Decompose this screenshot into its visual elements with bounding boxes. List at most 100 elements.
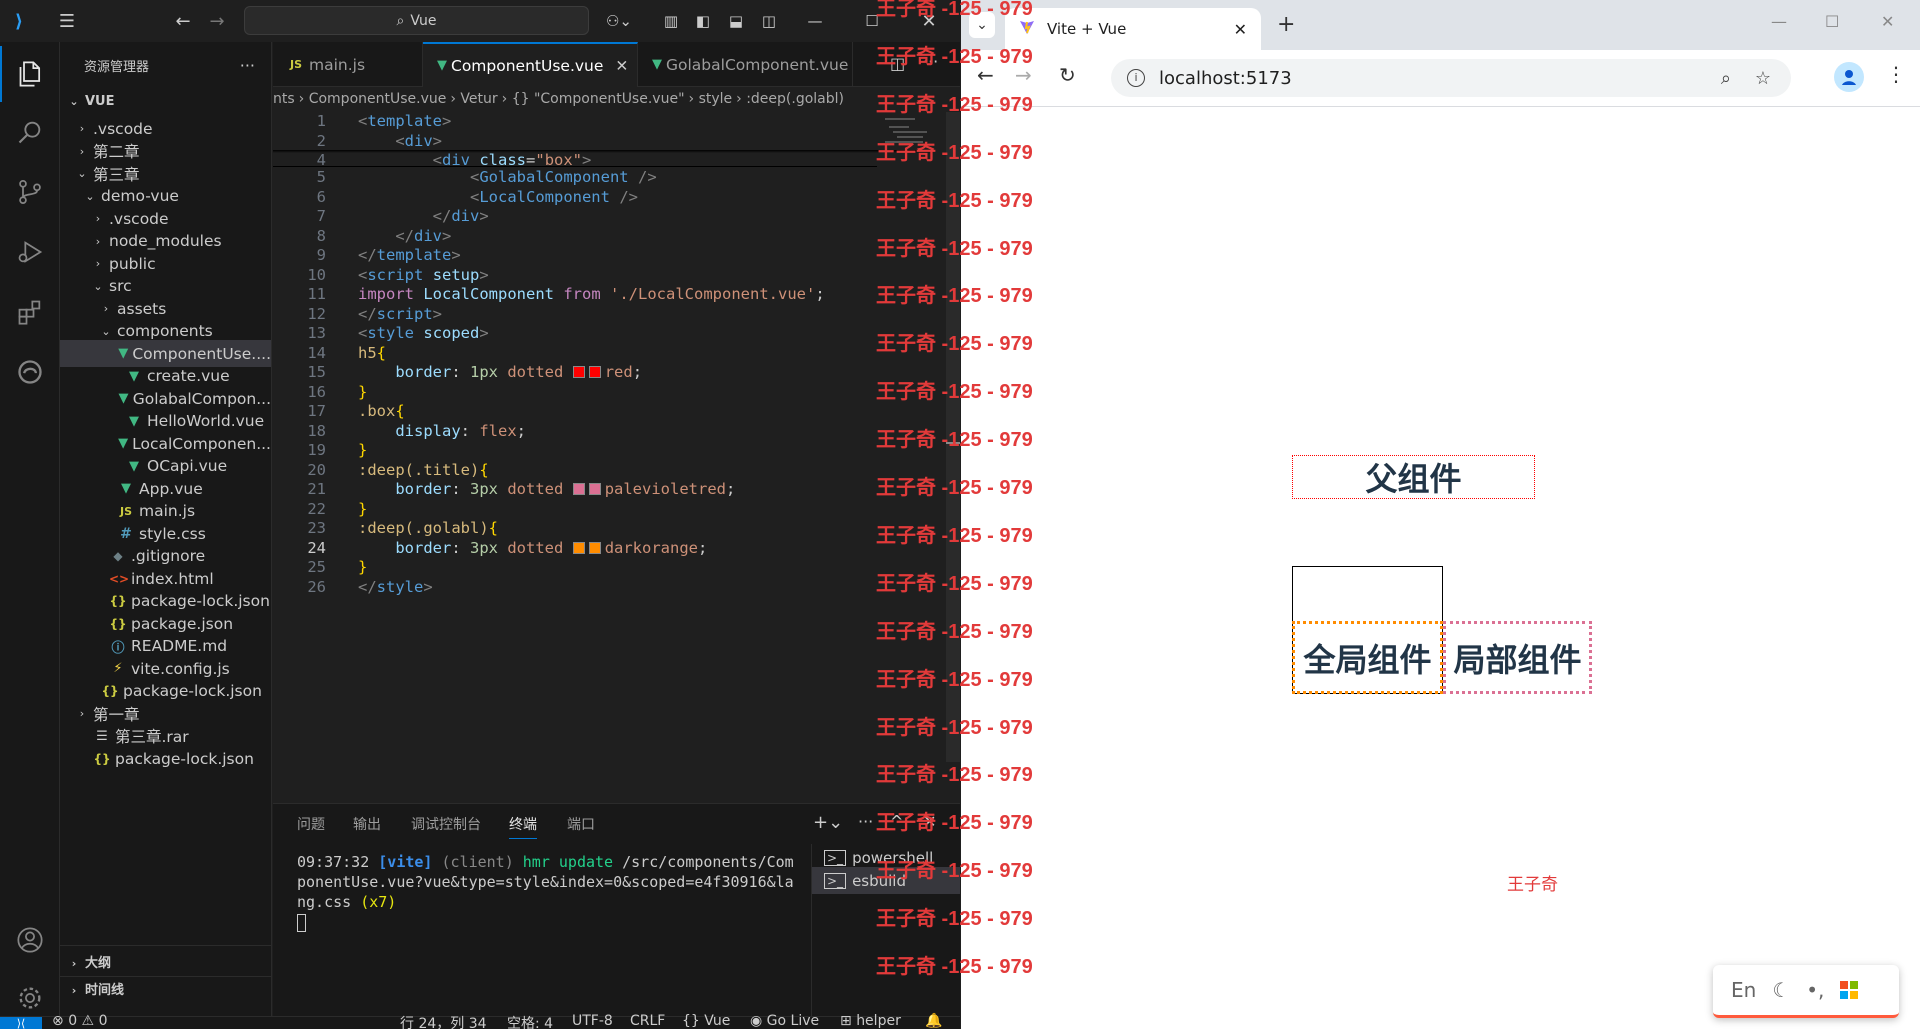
code-line[interactable]: </div>: [358, 207, 489, 225]
tree-file[interactable]: {} package-lock.json: [60, 745, 271, 772]
browser-tab[interactable]: Vite + Vue ✕: [1005, 8, 1261, 50]
code-line[interactable]: <GolabalComponent />: [358, 168, 657, 186]
root-folder[interactable]: ⌄ VUE: [60, 88, 271, 115]
breadcrumb-item[interactable]: › :deep(.golabl): [736, 91, 844, 107]
breadcrumb-item[interactable]: nts: [273, 91, 295, 107]
outline-header[interactable]: › 大纲: [66, 952, 111, 971]
punctuation-icon[interactable]: •,: [1806, 978, 1824, 1002]
line-number: 23: [307, 519, 326, 537]
code-editor[interactable]: 1 <template> 2 <div> 4 <div class="box"> 5 <…: [273, 112, 933, 762]
terminal-output[interactable]: 09:37:32 [vite] (client) hmr update /src…: [297, 852, 852, 932]
ime-toolbar[interactable]: En ☾ •,: [1713, 965, 1899, 1018]
chevron-right-icon: ›: [71, 957, 77, 970]
code-line[interactable]: <div>: [358, 132, 442, 150]
panel-tab[interactable]: 问题: [297, 814, 325, 834]
code-line[interactable]: :deep(.golabl){: [358, 519, 498, 537]
panel-tab[interactable]: 端口: [567, 814, 595, 834]
toggle-panel-icon[interactable]: ⬓: [725, 10, 747, 32]
code-line[interactable]: </style>: [358, 578, 433, 596]
vue-file-icon: ▼: [652, 57, 662, 72]
notifications-bell-icon[interactable]: 🔔: [925, 1013, 942, 1029]
close-icon[interactable]: ✕: [1881, 12, 1894, 31]
profile-avatar-icon[interactable]: [1834, 62, 1864, 92]
minimize-icon[interactable]: —: [1771, 12, 1787, 31]
code-line[interactable]: <template>: [358, 112, 451, 130]
toggle-sidebar-icon[interactable]: ◧: [692, 10, 714, 32]
breadcrumb: nts › ComponentUse.vue › Vetur › {} "Compon…: [273, 87, 960, 111]
site-info-icon[interactable]: i: [1127, 69, 1145, 87]
more-actions-icon[interactable]: ···: [240, 56, 255, 75]
remote-indicator-icon[interactable]: ⟩⟨: [0, 1017, 42, 1029]
maximize-icon[interactable]: ☐: [1825, 12, 1839, 31]
code-line[interactable]: <script setup>: [358, 266, 489, 284]
close-tab-icon[interactable]: ✕: [1234, 20, 1247, 39]
windows-grid-icon[interactable]: [1840, 981, 1859, 999]
menu-icon[interactable]: ☰: [56, 10, 78, 32]
helper-status[interactable]: ⊞ helper: [840, 1013, 901, 1029]
ime-lang[interactable]: En: [1731, 978, 1756, 1002]
panel-tab[interactable]: 输出: [353, 814, 381, 834]
layout-icon[interactable]: ▥: [660, 10, 682, 32]
back-arrow-icon[interactable]: ←: [172, 10, 194, 32]
close-tab-icon[interactable]: ✕: [615, 57, 628, 75]
indentation-status[interactable]: 空格: 4: [507, 1013, 553, 1029]
code-line[interactable]: }: [358, 383, 367, 401]
panel-tab[interactable]: 终端: [509, 814, 537, 839]
breadcrumb-item[interactable]: › {} "ComponentUse.vue": [502, 91, 685, 107]
browser-menu-icon[interactable]: ⋮: [1886, 62, 1906, 86]
line-number: 16: [307, 382, 326, 401]
code-line[interactable]: }: [358, 558, 367, 576]
run-debug-icon[interactable]: [0, 224, 60, 280]
code-line[interactable]: </template>: [358, 246, 461, 264]
command-center-text: Vue: [410, 12, 437, 29]
panel-tab[interactable]: 调试控制台: [411, 814, 481, 834]
tab-golabalcomponent-vue[interactable]: ▼ GolabalComponent.vue: [638, 42, 853, 87]
code-line[interactable]: .box{: [358, 402, 405, 420]
zoom-icon[interactable]: ⌕: [1721, 68, 1731, 89]
tab-componentuse-vue[interactable]: ▼ ComponentUse.vue ✕: [423, 42, 638, 87]
account-icon[interactable]: [0, 912, 60, 968]
source-control-icon[interactable]: [0, 164, 60, 220]
code-line[interactable]: </script>: [358, 305, 442, 323]
moon-icon[interactable]: ☾: [1772, 978, 1790, 1002]
more-actions-icon[interactable]: ···: [858, 812, 873, 831]
language-status[interactable]: {} Vue: [682, 1013, 730, 1029]
code-line[interactable]: :deep(.title){: [358, 461, 489, 479]
new-tab-icon[interactable]: +: [1277, 12, 1295, 37]
bookmark-star-icon[interactable]: ☆: [1755, 68, 1771, 89]
new-terminal-icon[interactable]: +⌄: [813, 812, 843, 833]
toggle-secondary-sidebar-icon[interactable]: ◫: [758, 10, 780, 32]
extensions-icon[interactable]: [0, 284, 60, 340]
cursor-position[interactable]: 行 24，列 34: [400, 1013, 487, 1029]
encoding-status[interactable]: UTF-8: [572, 1013, 613, 1029]
code-line[interactable]: <style scoped>: [358, 324, 489, 342]
code-line[interactable]: border: 1px dotted red;: [358, 363, 642, 381]
code-line[interactable]: display: flex;: [358, 422, 526, 440]
code-line[interactable]: border: 3px dotted palevioletred;: [358, 480, 735, 498]
reload-icon[interactable]: ↻: [1059, 63, 1076, 87]
copilot-icon[interactable]: ⚇⌄: [604, 10, 634, 32]
timeline-header[interactable]: › 时间线: [66, 979, 124, 998]
code-line[interactable]: border: 3px dotted darkorange;: [358, 539, 707, 557]
eol-status[interactable]: CRLF: [630, 1013, 665, 1029]
forward-arrow-icon[interactable]: →: [206, 10, 228, 32]
breadcrumb-item[interactable]: › Vetur: [450, 91, 497, 107]
command-center-search[interactable]: ⌕ Vue: [244, 6, 589, 35]
code-line[interactable]: }: [358, 441, 367, 459]
search-icon[interactable]: [0, 104, 60, 160]
problems-status[interactable]: ⊗ 0 ⚠ 0: [52, 1013, 107, 1029]
code-line[interactable]: h5{: [358, 344, 386, 362]
code-line[interactable]: }: [358, 500, 367, 518]
address-bar[interactable]: i localhost:5173 ⌕ ☆: [1111, 59, 1791, 97]
golive-status[interactable]: ◉ Go Live: [750, 1013, 819, 1029]
parent-component-heading: 父组件: [1292, 455, 1535, 499]
tab-main-js[interactable]: JS main.js: [273, 42, 423, 87]
code-line[interactable]: </div>: [358, 227, 451, 245]
edge-icon[interactable]: [0, 344, 60, 400]
breadcrumb-item[interactable]: › style: [689, 91, 733, 107]
explorer-icon[interactable]: [0, 46, 60, 102]
code-line[interactable]: <LocalComponent />: [358, 188, 638, 206]
minimize-icon[interactable]: —: [804, 10, 826, 32]
code-line[interactable]: import LocalComponent from './LocalCompo…: [358, 285, 825, 303]
breadcrumb-item[interactable]: › ComponentUse.vue: [299, 91, 447, 107]
